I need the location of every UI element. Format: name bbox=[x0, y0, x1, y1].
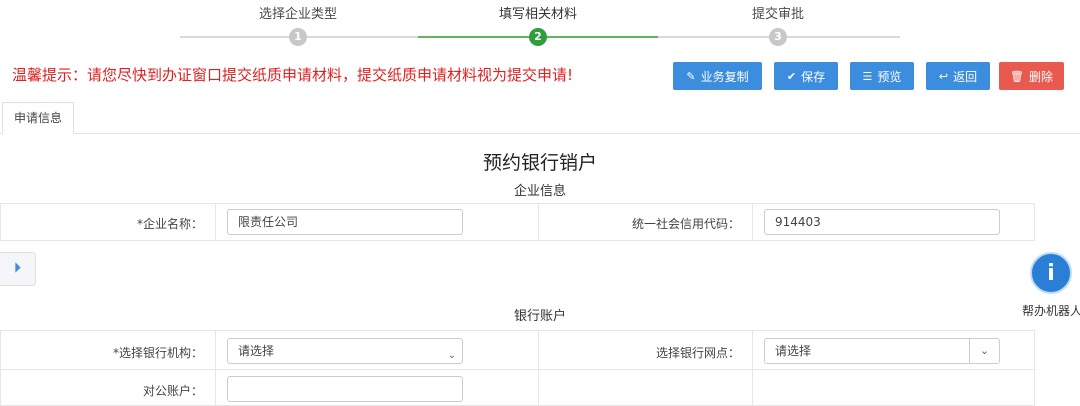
bank-account-table: *选择银行机构： 对公账户： 请选择 ⌄ 选择银行网点： 请选择 ⌄ bbox=[0, 330, 1035, 406]
edit-icon: ✎ bbox=[686, 69, 696, 83]
list-icon: ☰ bbox=[862, 69, 873, 83]
warning-message: 温馨提示：请您尽快到办证窗口提交纸质申请材料，提交纸质申请材料视为提交申请! bbox=[12, 66, 574, 84]
trash-icon: 🗑 bbox=[1010, 69, 1024, 83]
step-label-2: 填写相关材料 bbox=[498, 7, 577, 22]
bank-org-select-value: 请选择 bbox=[238, 344, 275, 358]
bank-branch-select-value: 请选择 bbox=[775, 344, 812, 358]
step-label-3: 提交审批 bbox=[751, 7, 804, 22]
save-button[interactable]: ✔ 保存 bbox=[774, 62, 838, 90]
chevron-down-icon: ⌄ bbox=[447, 350, 456, 361]
chevron-down-icon[interactable]: ⌄ bbox=[969, 339, 999, 363]
company-name-input[interactable]: 限责任公司 bbox=[227, 209, 463, 235]
step-dot-3: 3 bbox=[769, 28, 787, 46]
save-label: 保存 bbox=[801, 69, 826, 84]
step-dot-1: 1 bbox=[289, 28, 307, 46]
preview-label: 预览 bbox=[877, 69, 902, 84]
tab-application-info[interactable]: 申请信息 bbox=[2, 102, 74, 134]
copy-business-label: 业务复制 bbox=[700, 69, 749, 84]
bank-branch-label: 选择银行网点： bbox=[655, 346, 740, 360]
company-section-title: 企业信息 bbox=[513, 184, 566, 199]
back-button[interactable]: ↩ 返回 bbox=[926, 62, 990, 90]
step-dot-2: 2 bbox=[529, 28, 547, 46]
bank-org-label: *选择银行机构： bbox=[112, 346, 203, 360]
step-label-1: 选择企业类型 bbox=[258, 7, 337, 22]
delete-label: 删除 bbox=[1028, 69, 1053, 84]
check-icon: ✔ bbox=[786, 69, 797, 83]
tab-bar: 申请信息 bbox=[0, 98, 1080, 134]
bank-branch-select[interactable]: 请选择 ⌄ bbox=[764, 338, 1000, 364]
delete-button[interactable]: 🗑 删除 bbox=[999, 62, 1064, 90]
page-title: 预约银行销户 bbox=[482, 152, 597, 174]
credit-code-input[interactable]: 914403 bbox=[764, 209, 1000, 235]
back-label: 返回 bbox=[953, 69, 978, 84]
reply-icon: ↩ bbox=[938, 69, 949, 83]
company-name-label: *企业名称： bbox=[136, 217, 203, 231]
bank-section-title: 银行账户 bbox=[513, 309, 566, 324]
progress-stepper: 选择企业类型 1 填写相关材料 2 提交审批 3 bbox=[0, 0, 1080, 52]
account-label: 对公账户： bbox=[142, 384, 203, 398]
company-info-row: *企业名称： 限责任公司 统一社会信用代码： 914403 bbox=[0, 203, 1035, 241]
corporate-account-input[interactable] bbox=[227, 376, 463, 402]
preview-button[interactable]: ☰ 预览 bbox=[850, 62, 914, 90]
credit-code-label: 统一社会信用代码： bbox=[631, 217, 740, 231]
robot-icon: i bbox=[1030, 252, 1072, 294]
bank-org-select[interactable]: 请选择 ⌄ bbox=[227, 338, 463, 364]
copy-business-button[interactable]: ✎ 业务复制 bbox=[673, 62, 762, 90]
collapse-right-icon[interactable]: ⏵ bbox=[0, 252, 36, 286]
